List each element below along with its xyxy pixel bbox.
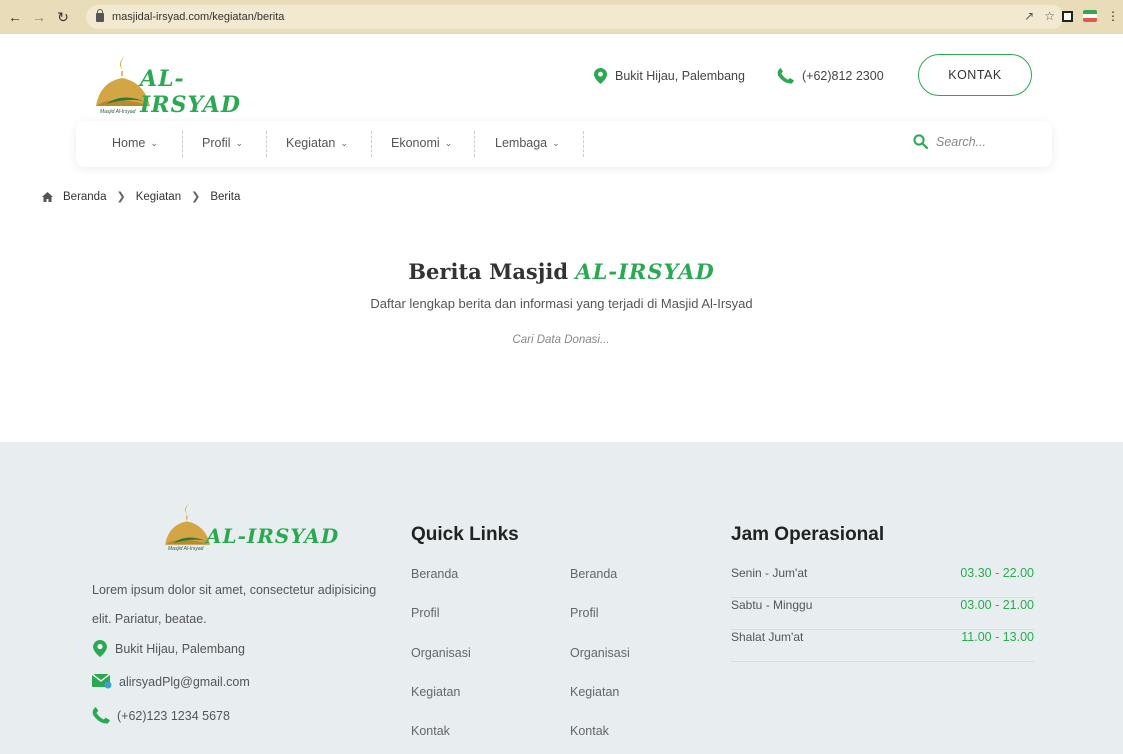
quick-link-profil[interactable]: Profil <box>570 606 598 620</box>
hours-row: Shalat Jum'at 11.00 - 13.00 <box>731 630 1034 662</box>
back-arrow-icon[interactable]: ← <box>6 8 24 26</box>
footer-logo[interactable]: AL-IRSYAD Masjid Al-Irsyad <box>160 498 340 558</box>
nav-divider <box>371 131 372 157</box>
sidepanel-icon[interactable] <box>1062 10 1073 22</box>
nav-divider <box>474 131 475 157</box>
site-logo[interactable]: AL-IRSYAD Masjid Al-Irsyad <box>92 50 262 122</box>
share-icon[interactable]: ↗ <box>1024 9 1034 23</box>
page-title: Berita Masjid AL-IRSYAD <box>0 259 1123 284</box>
hours-time: 03.00 - 21.00 <box>960 598 1034 612</box>
phone-icon <box>92 707 110 724</box>
footer-phone: (+62)123 1234 5678 <box>92 707 230 724</box>
footer-description: Lorem ipsum dolor sit amet, consectetur … <box>92 583 377 626</box>
header-location-text: Bukit Hijau, Palembang <box>615 69 745 83</box>
footer-logo-text: AL-IRSYAD <box>206 524 340 548</box>
nav-item-profil[interactable]: Profil ⌄ <box>202 136 243 150</box>
quick-links-title: Quick Links <box>411 524 519 545</box>
nav-item-label: Ekonomi <box>391 136 440 150</box>
quick-link-organisasi[interactable]: Organisasi <box>570 646 630 660</box>
breadcrumb-item-berita: Berita <box>210 190 241 203</box>
nav-divider <box>266 131 267 157</box>
nav-item-lembaga[interactable]: Lembaga ⌄ <box>495 136 560 150</box>
page-subtitle: Daftar lengkap berita dan informasi yang… <box>370 296 753 311</box>
quick-link-kontak[interactable]: Kontak <box>570 724 609 738</box>
search-icon[interactable] <box>913 134 928 149</box>
quick-link-beranda[interactable]: Beranda <box>570 567 617 581</box>
quick-link-kegiatan[interactable]: Kegiatan <box>570 685 619 699</box>
chevron-down-icon: ⌄ <box>340 137 348 148</box>
nav-item-kegiatan[interactable]: Kegiatan ⌄ <box>286 136 348 150</box>
footer-email-text[interactable]: alirsyadPlg@gmail.com <box>119 675 250 689</box>
address-bar[interactable]: masjidal-irsyad.com/kegiatan/berita <box>86 5 1064 29</box>
hours-day: Senin - Jum'at <box>731 566 808 580</box>
nav-item-ekonomi[interactable]: Ekonomi ⌄ <box>391 136 452 150</box>
quick-link-organisasi[interactable]: Organisasi <box>411 646 471 660</box>
nav-item-label: Kegiatan <box>286 136 336 150</box>
header-phone-text: (+62)812 2300 <box>802 69 884 83</box>
chevron-down-icon: ⌄ <box>235 137 244 148</box>
nav-item-label: Lembaga <box>495 136 548 150</box>
nav-item-label: Profil <box>202 136 231 150</box>
phone-icon <box>777 68 794 84</box>
menu-dots-icon[interactable]: ⋮ <box>1107 9 1119 23</box>
quick-link-profil[interactable]: Profil <box>411 606 439 620</box>
browser-toolbar: ← → ↻ masjidal-irsyad.com/kegiatan/berit… <box>0 0 1123 34</box>
map-pin-icon <box>93 640 107 657</box>
forward-arrow-icon[interactable]: → <box>30 8 48 26</box>
quick-link-kontak[interactable]: Kontak <box>411 724 450 738</box>
header-location: Bukit Hijau, Palembang <box>594 68 745 84</box>
nav-item-home[interactable]: Home ⌄ <box>112 136 158 150</box>
main-navigation: Home ⌄ Profil ⌄ Kegiatan ⌄ Ekonomi ⌄ Lembaga… <box>76 121 1052 167</box>
hours-row: Sabtu - Minggu 03.00 - 21.00 <box>731 598 1034 630</box>
hours-day: Sabtu - Minggu <box>731 598 813 612</box>
chevron-down-icon: ⌄ <box>552 137 560 148</box>
nav-divider <box>583 131 584 157</box>
footer-address: Bukit Hijau, Palembang <box>92 640 245 657</box>
hours-day: Shalat Jum'at <box>731 630 804 644</box>
reload-icon[interactable]: ↻ <box>54 8 72 26</box>
email-icon <box>92 674 112 689</box>
nav-search <box>913 134 1026 149</box>
footer-address-text: Bukit Hijau, Palembang <box>115 641 245 656</box>
chevron-right-icon: ❯ <box>191 191 201 203</box>
donation-search-input[interactable] <box>411 330 711 350</box>
home-icon <box>42 191 53 202</box>
footer-email: alirsyadPlg@gmail.com <box>92 674 250 689</box>
nav-item-label: Home <box>112 136 146 150</box>
lock-icon <box>96 8 104 22</box>
url-text: masjidal-irsyad.com/kegiatan/berita <box>112 11 285 23</box>
search-input[interactable] <box>936 134 1026 149</box>
logo-text: AL-IRSYAD <box>140 66 241 118</box>
hours-time: 03.30 - 22.00 <box>960 566 1034 580</box>
quick-link-beranda[interactable]: Beranda <box>411 567 458 581</box>
chevron-down-icon: ⌄ <box>150 137 158 148</box>
star-icon[interactable]: ☆ <box>1044 9 1055 23</box>
quick-link-kegiatan[interactable]: Kegiatan <box>411 685 460 699</box>
hours-title: Jam Operasional <box>731 524 885 545</box>
kontak-button[interactable]: KONTAK <box>918 54 1032 96</box>
breadcrumb-item-beranda[interactable]: Beranda <box>63 191 106 203</box>
footer-phone-text: (+62)123 1234 5678 <box>117 708 230 723</box>
nav-divider <box>182 131 183 157</box>
extension-icon[interactable] <box>1083 10 1097 22</box>
logo-subtitle: Masjid Al-Irsyad <box>100 109 136 115</box>
footer-logo-subtitle: Masjid Al-Irsyad <box>168 546 204 552</box>
chevron-down-icon: ⌄ <box>444 137 453 148</box>
breadcrumb: Beranda ❯ Kegiatan ❯ Berita <box>42 190 240 203</box>
page-title-accent: AL-IRSYAD <box>575 259 715 284</box>
header-phone: (+62)812 2300 <box>777 68 884 84</box>
breadcrumb-item-kegiatan[interactable]: Kegiatan <box>136 191 181 203</box>
map-pin-icon <box>594 68 607 84</box>
hours-time: 11.00 - 13.00 <box>961 630 1034 644</box>
chevron-right-icon: ❯ <box>116 191 126 203</box>
hours-row: Senin - Jum'at 03.30 - 22.00 <box>731 566 1034 598</box>
page-title-text: Berita Masjid <box>408 259 569 284</box>
